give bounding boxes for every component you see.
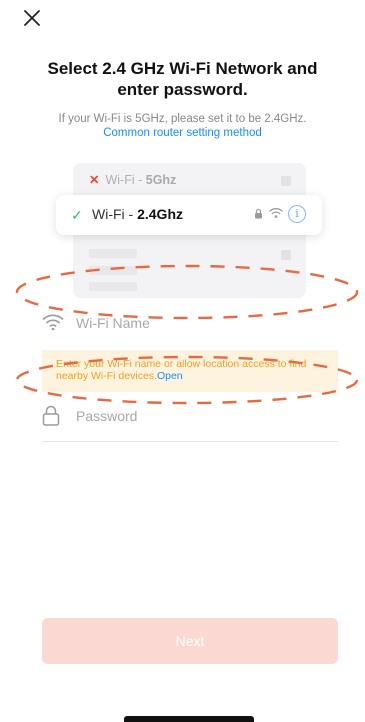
placeholder-square [281,176,291,186]
location-warning: Enter your Wi-Fi name or allow location … [42,350,338,392]
check-icon: ✓ [71,207,83,223]
row-24-band: 2.4Ghz [137,206,183,222]
next-button[interactable]: Next [42,618,338,664]
placeholder-bar [89,249,137,258]
lock-icon [255,208,262,219]
illustration-row-5ghz: ✕ Wi-Fi - 5Ghz [89,172,176,187]
row-24-label: Wi-Fi - 2.4Ghz [92,206,183,222]
wifi-name-input[interactable] [76,303,336,343]
wifi-icon [42,314,64,331]
subtitle-text: If your Wi-Fi is 5GHz, please set it to … [58,113,307,125]
home-indicator [124,716,254,722]
row-24-prefix: Wi-Fi - [92,206,138,222]
info-icon: i [288,205,306,223]
illustration-card-24ghz: ✓ Wi-Fi - 2.4Ghz i [56,195,322,235]
placeholder-square [281,250,291,260]
close-icon [24,10,40,26]
placeholder-bar [89,266,137,275]
close-button[interactable] [22,8,42,28]
x-icon: ✕ [89,173,100,187]
password-input[interactable] [76,396,336,436]
wifi-name-field [42,303,338,343]
row-5g-prefix: Wi-Fi - [105,173,146,187]
page-title: Select 2.4 GHz Wi-Fi Network and enter p… [47,59,318,99]
wifi-signal-icon [269,208,283,218]
router-setting-link[interactable]: Common router setting method [0,127,365,139]
lock-icon [42,405,60,426]
placeholder-bar [89,282,137,291]
password-field [42,396,338,442]
row-5g-band: 5Ghz [145,173,177,187]
open-location-link[interactable]: Open [157,370,183,382]
